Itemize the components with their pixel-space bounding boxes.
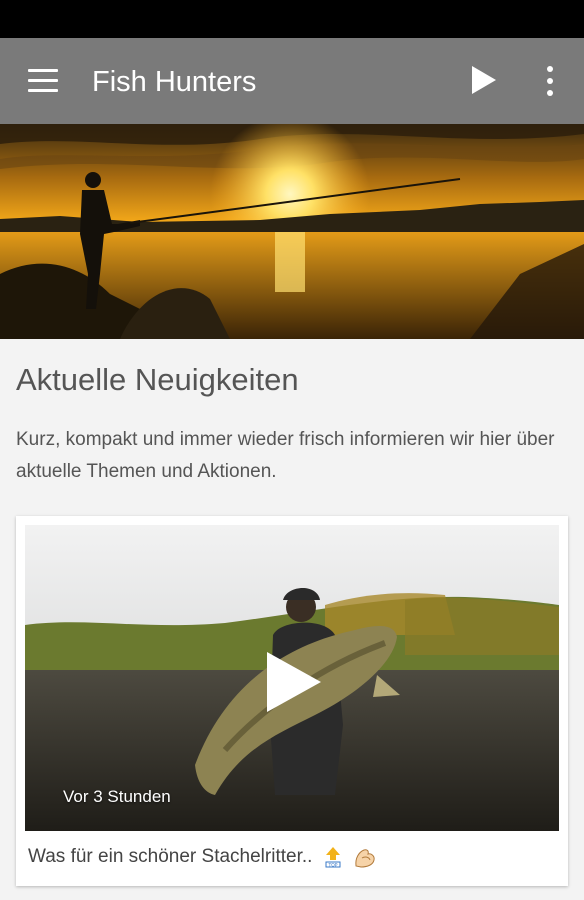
- play-icon[interactable]: [468, 62, 500, 98]
- post-caption-text: Was für ein schöner Stachelritter..: [28, 846, 313, 868]
- app-toolbar: Fish Hunters: [0, 38, 584, 124]
- header-banner-image: [0, 124, 584, 339]
- status-bar: [0, 0, 584, 38]
- app-title: Fish Hunters: [92, 66, 257, 98]
- post-video-thumbnail[interactable]: Vor 3 Stunden: [25, 525, 559, 831]
- overflow-menu-icon[interactable]: [538, 64, 562, 98]
- hamburger-menu-icon[interactable]: [28, 69, 58, 93]
- video-play-icon[interactable]: [263, 650, 323, 714]
- top-arrow-icon: TOP: [325, 847, 341, 869]
- post-time-ago: Vor 3 Stunden: [63, 787, 171, 806]
- flexed-biceps-icon: [355, 849, 375, 868]
- news-heading: Aktuelle Neuigkeiten: [16, 362, 299, 397]
- svg-text:TOP: TOP: [327, 863, 337, 869]
- post-caption: Was für ein schöner Stachelritter.. TOP: [28, 846, 377, 868]
- news-intro-text: Kurz, kompakt und immer wieder frisch in…: [16, 429, 555, 482]
- news-post-card[interactable]: Vor 3 Stunden Was für ein schöner Stache…: [16, 516, 568, 886]
